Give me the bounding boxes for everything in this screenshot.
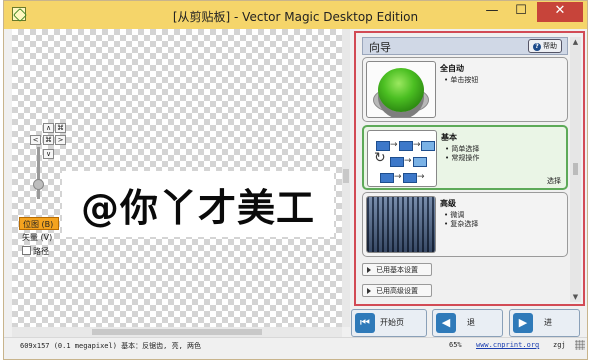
flow-block bbox=[380, 173, 394, 183]
card-title: 高级 bbox=[440, 199, 456, 208]
status-bar: 609x157 (0.1 megapixel) 基本：反锯齿, 亮, 两色 65… bbox=[4, 337, 587, 354]
view-bitmap-option[interactable]: 位图 (B) bbox=[19, 217, 59, 230]
help-button[interactable]: ? 帮助 bbox=[528, 39, 562, 53]
artwork-text: @你丫才美工 bbox=[80, 185, 315, 230]
canvas-horizontal-scroll-thumb[interactable] bbox=[92, 329, 262, 335]
pan-left-button[interactable]: < bbox=[30, 135, 41, 145]
start-page-button[interactable]: ⏮ 开始页 bbox=[351, 309, 427, 337]
flow-arrow-icon: → bbox=[390, 140, 398, 150]
flow-arrow-icon: → bbox=[417, 172, 425, 182]
user-name: zgj bbox=[553, 341, 566, 349]
flow-arrow-icon: → bbox=[394, 172, 402, 182]
expand-arrow-icon bbox=[367, 267, 371, 273]
zoom-slider-track[interactable] bbox=[37, 147, 40, 199]
preview-canvas[interactable]: @你丫才美工 ∧ ⌘ < ⌘ > ∨ 位图 (B) 矢量 (V) 路径 bbox=[12, 29, 350, 327]
paths-checkbox[interactable] bbox=[22, 246, 31, 255]
wizard-scroll-thumb[interactable] bbox=[573, 163, 578, 175]
card-title: 全自动 bbox=[440, 64, 464, 73]
loop-arrow-icon: ↻ bbox=[374, 150, 386, 166]
flow-block bbox=[390, 157, 404, 167]
paths-label: 路径 bbox=[33, 247, 49, 256]
green-button-image bbox=[366, 61, 436, 118]
website-link[interactable]: www.cnprint.org bbox=[476, 341, 539, 349]
wizard-header: 向导 ? 帮助 bbox=[362, 37, 568, 55]
view-paths-option[interactable]: 路径 bbox=[19, 245, 59, 258]
advanced-settings-button[interactable]: 已用高级设置 bbox=[362, 284, 432, 297]
back-badge: ◀ bbox=[436, 313, 456, 333]
artwork-preview: @你丫才美工 bbox=[62, 171, 334, 237]
minimize-button[interactable]: — bbox=[479, 2, 505, 22]
canvas-vertical-scrollbar[interactable] bbox=[342, 29, 350, 327]
basic-settings-label: 已用基本设置 bbox=[376, 266, 418, 274]
back-button[interactable]: ◀ 退 bbox=[432, 309, 503, 337]
mode-card-basic[interactable]: → → ↻ → → → 基本 • 简单选择 • 常规操作 选择 bbox=[362, 125, 568, 190]
resize-grip-icon[interactable] bbox=[575, 340, 585, 350]
pan-up-button[interactable]: ∧ bbox=[43, 123, 54, 133]
app-window: [从剪贴板] - Vector Magic Desktop Edition — … bbox=[3, 0, 588, 360]
mixing-console-texture bbox=[367, 197, 435, 252]
card-title: 基本 bbox=[441, 133, 457, 142]
canvas-vertical-scroll-thumb[interactable] bbox=[343, 169, 349, 183]
pan-right-button[interactable]: > bbox=[55, 135, 66, 145]
center-button[interactable]: ⌘ bbox=[43, 135, 54, 145]
back-arrow-icon: ◀ bbox=[441, 316, 451, 329]
flow-arrow-icon: → bbox=[404, 156, 412, 166]
zoom-slider-knob[interactable] bbox=[33, 179, 44, 190]
wizard-panel: 向导 ? 帮助 全自动 • 单击按钮 → → ↻ → → → 基本 • 简单选择… bbox=[354, 31, 585, 306]
image-info-text: 609x157 (0.1 megapixel) 基本：反锯齿, 亮, 两色 bbox=[20, 342, 202, 350]
flow-block bbox=[421, 141, 435, 151]
help-label: 帮助 bbox=[543, 42, 557, 50]
wizard-title: 向导 bbox=[369, 41, 391, 54]
basic-settings-button[interactable]: 已用基本设置 bbox=[362, 263, 432, 276]
view-vector-option[interactable]: 矢量 (V) bbox=[19, 231, 59, 244]
start-page-label: 开始页 bbox=[380, 318, 404, 327]
skip-back-icon: ⏮ bbox=[360, 316, 370, 329]
wizard-scrollbar[interactable]: ▲ ▼ bbox=[570, 37, 581, 302]
view-mode-group: 位图 (B) 矢量 (V) 路径 bbox=[19, 217, 59, 261]
start-page-badge: ⏮ bbox=[355, 313, 375, 333]
advanced-settings-label: 已用高级设置 bbox=[376, 287, 418, 295]
zoom-percent: 65% bbox=[449, 341, 462, 349]
canvas-horizontal-scrollbar[interactable] bbox=[12, 327, 342, 337]
card-bullet: • 常规操作 bbox=[445, 154, 480, 162]
select-label: 选择 bbox=[547, 177, 561, 185]
help-icon: ? bbox=[533, 43, 541, 51]
maximize-button[interactable]: ☐ bbox=[507, 2, 535, 22]
expand-arrow-icon bbox=[367, 288, 371, 294]
next-badge: ▶ bbox=[513, 313, 533, 333]
card-bullet: • 复杂选择 bbox=[444, 220, 479, 228]
flow-block bbox=[403, 173, 417, 183]
card-bullet: • 单击按钮 bbox=[444, 76, 479, 84]
mode-card-advanced[interactable]: 高级 • 微调 • 复杂选择 bbox=[362, 192, 568, 257]
mixing-console-image bbox=[366, 196, 436, 253]
scroll-down-icon[interactable]: ▼ bbox=[570, 292, 581, 302]
flow-arrow-icon: → bbox=[413, 140, 421, 150]
zoom-fit-button[interactable]: ⌘ bbox=[55, 123, 66, 133]
next-arrow-icon: ▶ bbox=[518, 316, 528, 329]
next-label: 进 bbox=[544, 318, 552, 327]
title-bar: [从剪贴板] - Vector Magic Desktop Edition — … bbox=[4, 1, 587, 29]
pan-down-button[interactable]: ∨ bbox=[43, 149, 54, 159]
next-button[interactable]: ▶ 进 bbox=[509, 309, 580, 337]
scroll-up-icon[interactable]: ▲ bbox=[570, 37, 581, 47]
back-label: 退 bbox=[467, 318, 475, 327]
workflow-diagram-image: → → ↻ → → → bbox=[367, 130, 437, 187]
green-button-icon bbox=[378, 68, 424, 112]
flow-block bbox=[399, 141, 413, 151]
mode-card-fully-automatic[interactable]: 全自动 • 单击按钮 bbox=[362, 57, 568, 122]
flow-block bbox=[413, 157, 427, 167]
close-button[interactable]: ✕ bbox=[537, 2, 583, 22]
